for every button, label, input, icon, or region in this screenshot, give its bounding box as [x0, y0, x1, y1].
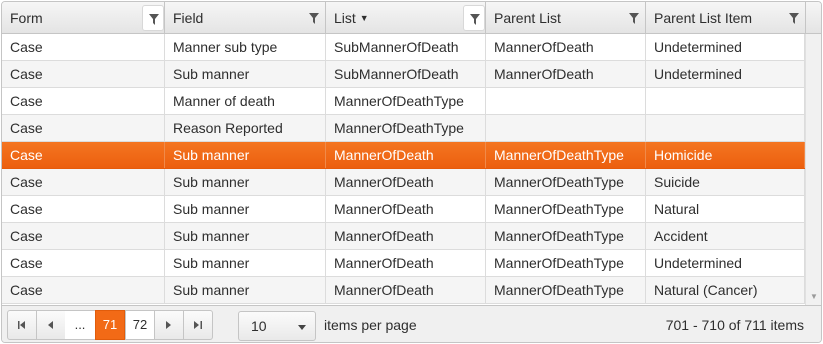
column-header-parent-list-item[interactable]: Parent List Item [646, 2, 806, 33]
table-row[interactable]: Case Sub manner MannerOfDeath MannerOfDeath… [2, 196, 805, 223]
cell-parent-list-item: Natural [646, 196, 805, 222]
cell-parent-list: MannerOfDeath [486, 34, 646, 60]
cell-list: SubMannerOfDeath [326, 61, 486, 87]
cell-field: Sub manner [165, 142, 326, 168]
cell-parent-list [486, 88, 646, 114]
table-row[interactable]: Case Sub manner MannerOfDeath MannerOfDeath… [2, 169, 805, 196]
filter-icon[interactable] [303, 5, 325, 31]
cell-field: Sub manner [165, 250, 326, 276]
cell-parent-list: MannerOfDeathType [486, 142, 646, 168]
cell-form: Case [2, 142, 165, 168]
grid-body: Case Manner sub type SubMannerOfDeath Manne… [2, 34, 821, 305]
cell-field: Sub manner [165, 169, 326, 195]
table-row[interactable]: Case Sub manner MannerOfDeath MannerOfDeath… [2, 223, 805, 250]
cell-field: Sub manner [165, 277, 326, 303]
cell-parent-list: MannerOfDeathType [486, 277, 646, 303]
cell-list: MannerOfDeath [326, 223, 486, 249]
column-label: Field [173, 10, 204, 26]
cell-list: MannerOfDeath [326, 142, 486, 168]
cell-form: Case [2, 115, 165, 141]
table-row[interactable]: Case Sub manner MannerOfDeath MannerOfDeath… [2, 277, 805, 304]
items-per-page-label: items per page [324, 317, 417, 333]
grid-header: Form Field List ▼ Parent List Parent List… [2, 2, 821, 34]
pager-info: 701 - 710 of 711 items [665, 317, 804, 333]
column-header-list[interactable]: List ▼ [326, 2, 486, 33]
column-label: Parent List [494, 10, 561, 26]
chevron-down-icon [298, 325, 306, 330]
cell-form: Case [2, 169, 165, 195]
page-size-value: 10 [251, 318, 267, 334]
first-page-icon [18, 321, 25, 329]
last-page-button[interactable] [183, 310, 213, 340]
cell-parent-list-item: Accident [646, 223, 805, 249]
cell-parent-list: MannerOfDeathType [486, 169, 646, 195]
next-page-icon [166, 321, 171, 329]
cell-field: Sub manner [165, 61, 326, 87]
cell-form: Case [2, 277, 165, 303]
cell-list: MannerOfDeathType [326, 115, 486, 141]
page-size-select[interactable]: 10 [238, 311, 316, 341]
cell-list: MannerOfDeath [326, 169, 486, 195]
filter-icon[interactable] [463, 5, 485, 31]
previous-page-icon [48, 321, 53, 329]
vertical-scrollbar[interactable]: ▼ [805, 34, 821, 305]
cell-parent-list-item [646, 115, 805, 141]
cell-field: Sub manner [165, 223, 326, 249]
cell-parent-list-item: Undetermined [646, 61, 805, 87]
cell-parent-list: MannerOfDeath [486, 61, 646, 87]
cell-parent-list: MannerOfDeathType [486, 250, 646, 276]
table-row[interactable]: Case Reason Reported MannerOfDeathType [2, 115, 805, 142]
next-page-button[interactable] [154, 310, 184, 340]
cell-parent-list-item: Undetermined [646, 34, 805, 60]
cell-parent-list-item: Undetermined [646, 250, 805, 276]
cell-list: MannerOfDeathType [326, 88, 486, 114]
column-header-form[interactable]: Form [2, 2, 165, 33]
cell-form: Case [2, 223, 165, 249]
table-row[interactable]: Case Manner of death MannerOfDeathType [2, 88, 805, 115]
cell-parent-list-item [646, 88, 805, 114]
column-label: List [334, 10, 356, 26]
column-header-field[interactable]: Field [165, 2, 326, 33]
cell-form: Case [2, 61, 165, 87]
filter-icon[interactable] [142, 5, 164, 31]
column-header-parent-list[interactable]: Parent List [486, 2, 646, 33]
page-ellipsis-button[interactable]: ... [65, 310, 95, 340]
cell-parent-list-item: Suicide [646, 169, 805, 195]
cell-field: Manner sub type [165, 34, 326, 60]
pager: ... 71 72 10 items per page 701 - 710 of… [2, 305, 821, 342]
filter-icon[interactable] [783, 5, 805, 31]
column-label: Form [10, 10, 43, 26]
cell-parent-list-item: Homicide [646, 142, 805, 168]
cell-field: Manner of death [165, 88, 326, 114]
cell-form: Case [2, 196, 165, 222]
page-button-current[interactable]: 71 [95, 310, 125, 340]
column-label: Parent List Item [654, 10, 753, 26]
data-grid: Form Field List ▼ Parent List Parent List… [1, 1, 822, 343]
cell-form: Case [2, 34, 165, 60]
cell-parent-list-item: Natural (Cancer) [646, 277, 805, 303]
page-button[interactable]: 72 [125, 310, 155, 340]
cell-parent-list: MannerOfDeathType [486, 196, 646, 222]
cell-parent-list: MannerOfDeathType [486, 223, 646, 249]
cell-list: MannerOfDeath [326, 277, 486, 303]
last-page-icon [194, 321, 202, 329]
cell-list: SubMannerOfDeath [326, 34, 486, 60]
cell-form: Case [2, 250, 165, 276]
cell-list: MannerOfDeath [326, 196, 486, 222]
first-page-button[interactable] [7, 310, 37, 340]
cell-form: Case [2, 88, 165, 114]
cell-field: Reason Reported [165, 115, 326, 141]
table-row[interactable]: Case Sub manner SubMannerOfDeath MannerOfDe… [2, 61, 805, 88]
previous-page-button[interactable] [36, 310, 66, 340]
cell-list: MannerOfDeath [326, 250, 486, 276]
table-row[interactable]: Case Sub manner MannerOfDeath MannerOfDeath… [2, 250, 805, 277]
cell-parent-list [486, 115, 646, 141]
cell-field: Sub manner [165, 196, 326, 222]
table-row[interactable]: Case Manner sub type SubMannerOfDeath Manne… [2, 34, 805, 61]
sort-descending-icon[interactable]: ▼ [360, 13, 369, 23]
table-row-selected[interactable]: Case Sub manner MannerOfDeath MannerOfDeath… [2, 142, 805, 169]
scroll-down-icon[interactable]: ▼ [810, 292, 818, 301]
filter-icon[interactable] [623, 5, 645, 31]
